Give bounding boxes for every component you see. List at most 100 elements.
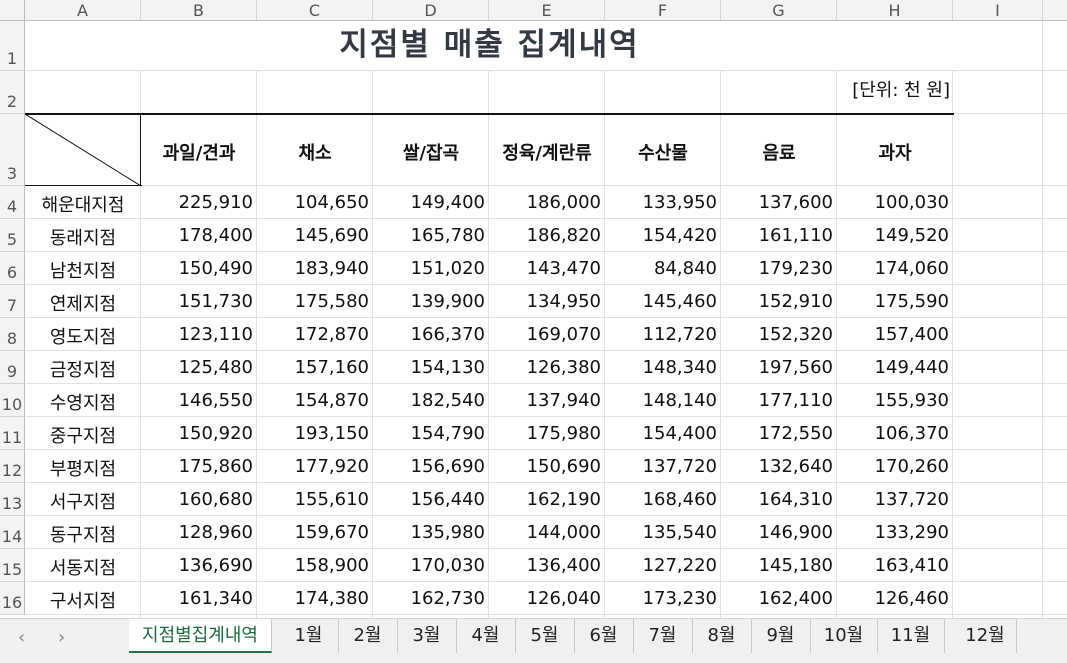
sales-value-cell[interactable]: 164,310 <box>721 489 837 510</box>
sheet-tab-month[interactable]: 3월 <box>397 619 457 653</box>
sales-value-cell[interactable]: 152,910 <box>721 291 837 312</box>
sales-value-cell[interactable]: 126,460 <box>837 588 953 609</box>
sales-value-cell[interactable]: 148,340 <box>605 357 721 378</box>
sales-value-cell[interactable]: 197,560 <box>721 357 837 378</box>
branch-name-cell[interactable]: 부평지점 <box>25 455 141 481</box>
sales-value-cell[interactable]: 139,900 <box>373 291 489 312</box>
sales-value-cell[interactable]: 136,400 <box>489 555 605 576</box>
sales-value-cell[interactable]: 157,160 <box>257 357 373 378</box>
sales-value-cell[interactable]: 168,460 <box>605 489 721 510</box>
sales-value-cell[interactable]: 135,540 <box>605 522 721 543</box>
branch-name-cell[interactable]: 영도지점 <box>25 323 141 349</box>
chevron-right-icon[interactable]: › <box>58 627 65 648</box>
row-header-14[interactable]: 14 <box>0 516 25 549</box>
sales-value-cell[interactable]: 159,670 <box>257 522 373 543</box>
sales-value-cell[interactable]: 150,920 <box>141 423 257 444</box>
branch-name-cell[interactable]: 동래지점 <box>25 224 141 250</box>
column-header-f[interactable]: F <box>605 0 721 21</box>
sales-value-cell[interactable]: 123,110 <box>141 324 257 345</box>
sales-value-cell[interactable]: 135,980 <box>373 522 489 543</box>
sales-value-cell[interactable]: 160,680 <box>141 489 257 510</box>
sheet-tab-month[interactable]: 6월 <box>574 619 634 653</box>
sales-value-cell[interactable]: 186,000 <box>489 192 605 213</box>
row-header-2[interactable]: 2 <box>0 71 25 114</box>
sales-value-cell[interactable]: 157,400 <box>837 324 953 345</box>
row-header-9[interactable]: 9 <box>0 351 25 384</box>
chevron-left-icon[interactable]: ‹ <box>18 627 25 648</box>
sales-value-cell[interactable]: 172,870 <box>257 324 373 345</box>
sales-value-cell[interactable]: 154,870 <box>257 390 373 411</box>
sheet-tab-month[interactable]: 1월 <box>279 619 339 653</box>
sales-value-cell[interactable]: 137,720 <box>605 456 721 477</box>
unit-label[interactable]: [단위: 천 원] <box>852 76 950 102</box>
sales-value-cell[interactable]: 183,940 <box>257 258 373 279</box>
spreadsheet-grid[interactable]: A B C D E F G H I 1 2 3 4 5 6 7 8 9 10 11 12 13 14 15 16 지점별 매출 집… <box>0 0 1067 618</box>
sales-value-cell[interactable]: 128,960 <box>141 522 257 543</box>
row-header-1[interactable]: 1 <box>0 21 25 71</box>
sales-value-cell[interactable]: 225,910 <box>141 192 257 213</box>
sales-value-cell[interactable]: 179,230 <box>721 258 837 279</box>
row-header-15[interactable]: 15 <box>0 549 25 582</box>
category-header[interactable]: 과일/견과 <box>141 139 257 165</box>
sales-value-cell[interactable]: 125,480 <box>141 357 257 378</box>
sales-value-cell[interactable]: 145,690 <box>257 225 373 246</box>
branch-name-cell[interactable]: 금정지점 <box>25 356 141 382</box>
sales-value-cell[interactable]: 170,260 <box>837 456 953 477</box>
sales-value-cell[interactable]: 126,380 <box>489 357 605 378</box>
sheet-tab-month[interactable]: 10월 <box>810 619 878 653</box>
category-header[interactable]: 과자 <box>837 139 953 165</box>
column-header-c[interactable]: C <box>257 0 373 21</box>
sales-value-cell[interactable]: 178,400 <box>141 225 257 246</box>
branch-name-cell[interactable]: 연제지점 <box>25 290 141 316</box>
sales-value-cell[interactable]: 84,840 <box>605 258 721 279</box>
branch-name-cell[interactable]: 서구지점 <box>25 488 141 514</box>
sales-value-cell[interactable]: 172,550 <box>721 423 837 444</box>
sales-value-cell[interactable]: 148,140 <box>605 390 721 411</box>
sales-value-cell[interactable]: 134,950 <box>489 291 605 312</box>
column-header-d[interactable]: D <box>373 0 489 21</box>
sales-value-cell[interactable]: 152,320 <box>721 324 837 345</box>
sales-value-cell[interactable]: 145,180 <box>721 555 837 576</box>
category-header[interactable]: 쌀/잡곡 <box>373 139 489 165</box>
sales-value-cell[interactable]: 127,220 <box>605 555 721 576</box>
row-header-12[interactable]: 12 <box>0 450 25 483</box>
sales-value-cell[interactable]: 100,030 <box>837 192 953 213</box>
sales-value-cell[interactable]: 151,730 <box>141 291 257 312</box>
sales-value-cell[interactable]: 137,600 <box>721 192 837 213</box>
sales-value-cell[interactable]: 133,950 <box>605 192 721 213</box>
sales-value-cell[interactable]: 154,130 <box>373 357 489 378</box>
sales-value-cell[interactable]: 186,820 <box>489 225 605 246</box>
sales-value-cell[interactable]: 174,060 <box>837 258 953 279</box>
sales-value-cell[interactable]: 137,720 <box>837 489 953 510</box>
sales-value-cell[interactable]: 162,400 <box>721 588 837 609</box>
row-header-8[interactable]: 8 <box>0 318 25 351</box>
sales-value-cell[interactable]: 106,370 <box>837 423 953 444</box>
sheet-tab-summary[interactable]: 지점별집계내역 <box>129 619 272 653</box>
row-header-6[interactable]: 6 <box>0 252 25 285</box>
sheet-tab-month[interactable]: 8월 <box>692 619 752 653</box>
sales-value-cell[interactable]: 133,290 <box>837 522 953 543</box>
sales-value-cell[interactable]: 175,580 <box>257 291 373 312</box>
sales-value-cell[interactable]: 154,400 <box>605 423 721 444</box>
sales-value-cell[interactable]: 161,110 <box>721 225 837 246</box>
sheet-tab-month[interactable]: 12월 <box>954 619 1017 653</box>
row-header-3[interactable]: 3 <box>0 114 25 186</box>
sales-value-cell[interactable]: 104,650 <box>257 192 373 213</box>
sales-value-cell[interactable]: 144,000 <box>489 522 605 543</box>
sheet-title[interactable]: 지점별 매출 집계내역 <box>25 21 954 70</box>
sales-value-cell[interactable]: 170,030 <box>373 555 489 576</box>
sales-value-cell[interactable]: 177,920 <box>257 456 373 477</box>
sheet-tab-month[interactable]: 2월 <box>338 619 398 653</box>
sales-value-cell[interactable]: 177,110 <box>721 390 837 411</box>
sales-value-cell[interactable]: 126,040 <box>489 588 605 609</box>
category-header[interactable]: 음료 <box>721 139 837 165</box>
sales-value-cell[interactable]: 166,370 <box>373 324 489 345</box>
row-header-4[interactable]: 4 <box>0 186 25 219</box>
column-header-i[interactable]: I <box>953 0 1043 21</box>
sales-value-cell[interactable]: 165,780 <box>373 225 489 246</box>
column-header-a[interactable]: A <box>25 0 141 21</box>
row-header-10[interactable]: 10 <box>0 384 25 417</box>
sales-value-cell[interactable]: 143,470 <box>489 258 605 279</box>
sales-value-cell[interactable]: 193,150 <box>257 423 373 444</box>
sales-value-cell[interactable]: 112,720 <box>605 324 721 345</box>
